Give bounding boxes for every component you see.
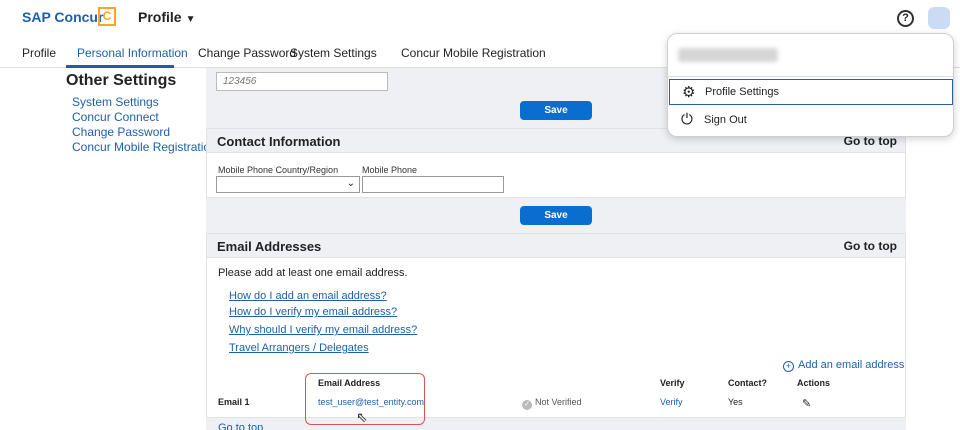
sidebar-link-change-password[interactable]: Change Password xyxy=(72,125,170,139)
column-header-actions: Actions xyxy=(797,378,831,388)
help-link-verify-email[interactable]: How do I verify my email address? xyxy=(229,306,397,318)
chevron-down-icon: ⌄ xyxy=(346,178,355,189)
verify-link[interactable]: Verify xyxy=(660,397,683,407)
active-tab-indicator xyxy=(66,65,174,68)
sign-out-label: Sign Out xyxy=(704,114,747,126)
email-intro-text: Please add at least one email address. xyxy=(218,267,408,279)
tab-system-settings[interactable]: System Settings xyxy=(290,46,377,60)
profile-settings-menu-item[interactable]: ⚙ Profile Settings xyxy=(669,79,953,105)
tab-profile[interactable]: Profile xyxy=(22,46,56,60)
email-addresses-title: Email Addresses xyxy=(217,239,322,254)
phone-number-input[interactable] xyxy=(216,72,388,91)
tab-concur-mobile-registration[interactable]: Concur Mobile Registration xyxy=(401,46,546,60)
email-row-label: Email 1 xyxy=(218,397,250,407)
mobile-phone-input[interactable] xyxy=(362,176,504,193)
power-icon: ⏻ xyxy=(681,111,693,128)
mobile-phone-label: Mobile Phone xyxy=(362,165,418,175)
edit-pencil-icon[interactable]: ✎ xyxy=(802,397,811,410)
check-icon: ✓ xyxy=(522,400,532,410)
add-email-button[interactable]: + Add an email address xyxy=(783,359,904,372)
verification-status-label: Not Verified xyxy=(535,397,582,407)
profile-settings-label: Profile Settings xyxy=(705,86,779,98)
contact-value: Yes xyxy=(728,397,743,407)
country-region-label: Mobile Phone Country/Region xyxy=(218,165,339,175)
column-header-verify: Verify xyxy=(660,378,685,388)
sidebar-link-concur-connect[interactable]: Concur Connect xyxy=(72,110,159,124)
go-to-top-link-bottom[interactable]: Go to top xyxy=(218,422,263,430)
brand-name[interactable]: SAP Concur xyxy=(22,9,103,25)
divider xyxy=(668,76,953,77)
sidebar-title: Other Settings xyxy=(66,72,177,89)
sidebar-link-system-settings[interactable]: System Settings xyxy=(72,95,159,109)
add-email-label: Add an email address xyxy=(798,359,905,371)
help-link-why-verify[interactable]: Why should I verify my email address? xyxy=(229,324,417,336)
contact-save-button[interactable]: Save xyxy=(520,206,592,225)
panel-header: Email Addresses Go to top xyxy=(207,234,905,258)
user-name-blurred xyxy=(678,48,778,62)
column-header-contact: Contact? xyxy=(728,378,767,388)
profile-dropdown: ⚙ Profile Settings ⏻ Sign Out xyxy=(667,33,954,137)
mouse-cursor-icon: ⇖ xyxy=(356,409,368,425)
profile-menu[interactable]: Profile ▼ xyxy=(138,9,195,25)
save-button[interactable]: Save xyxy=(520,101,592,120)
tab-change-password[interactable]: Change Password xyxy=(198,46,296,60)
verification-status: ✓ Not Verified xyxy=(522,397,582,410)
tab-personal-information[interactable]: Personal Information xyxy=(77,46,188,60)
help-icon[interactable]: ? xyxy=(897,10,914,27)
profile-menu-label: Profile xyxy=(138,9,182,25)
sidebar-link-mobile-registration[interactable]: Concur Mobile Registration xyxy=(72,140,217,154)
plus-circle-icon: + xyxy=(783,361,794,372)
concur-logo-icon[interactable]: C xyxy=(98,7,116,26)
help-link-travel-arrangers[interactable]: Travel Arrangers / Delegates xyxy=(229,342,369,354)
country-region-select[interactable]: ⌄ xyxy=(216,176,360,193)
chevron-down-icon: ▼ xyxy=(185,14,196,25)
contact-information-title: Contact Information xyxy=(217,134,341,149)
go-to-top-link[interactable]: Go to top xyxy=(844,239,897,253)
avatar[interactable] xyxy=(928,7,950,29)
gear-icon: ⚙ xyxy=(682,84,696,101)
help-link-add-email[interactable]: How do I add an email address? xyxy=(229,290,387,302)
sign-out-menu-item[interactable]: ⏻ Sign Out xyxy=(669,108,953,134)
